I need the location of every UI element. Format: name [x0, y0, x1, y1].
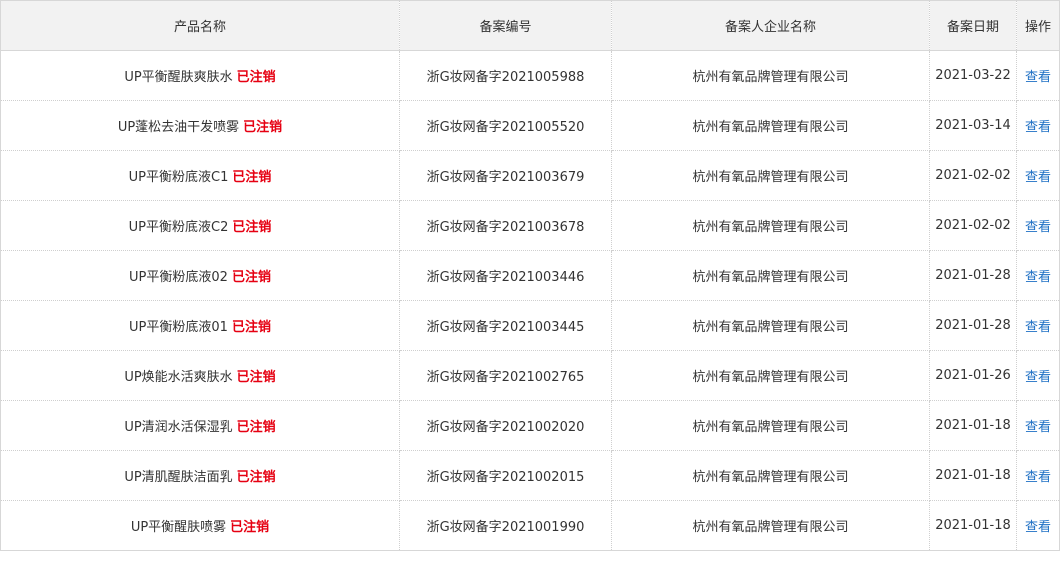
product-name: UP平衡粉底液02 [129, 270, 228, 285]
action-cell: 查看 [1016, 100, 1060, 151]
column-header-company: 备案人企业名称 [611, 0, 930, 51]
date-cell: 2021-01-18 [929, 400, 1017, 451]
status-badge: 已注销 [230, 520, 270, 535]
record-number-cell: 浙G妆网备字2021003679 [399, 150, 612, 201]
action-cell: 查看 [1016, 300, 1060, 351]
record-number-cell: 浙G妆网备字2021005520 [399, 100, 612, 151]
product-name-cell: UP清润水活保湿乳 已注销 [0, 400, 400, 451]
date-cell: 2021-02-02 [929, 200, 1017, 251]
action-cell: 查看 [1016, 250, 1060, 301]
date-cell: 2021-01-18 [929, 450, 1017, 501]
record-number-cell: 浙G妆网备字2021002015 [399, 450, 612, 501]
view-link[interactable]: 查看 [1025, 520, 1051, 535]
record-number-cell: 浙G妆网备字2021001990 [399, 500, 612, 551]
product-name: UP平衡粉底液01 [129, 320, 228, 335]
company-cell: 杭州有氧品牌管理有限公司 [611, 400, 930, 451]
view-link[interactable]: 查看 [1025, 70, 1051, 85]
record-number-cell: 浙G妆网备字2021002020 [399, 400, 612, 451]
record-number-cell: 浙G妆网备字2021003445 [399, 300, 612, 351]
product-name-cell: UP平衡粉底液C1 已注销 [0, 150, 400, 201]
product-name-cell: UP蓬松去油干发喷雾 已注销 [0, 100, 400, 151]
column-header-product-name: 产品名称 [0, 0, 400, 51]
product-name: UP平衡粉底液C2 [128, 220, 229, 235]
record-number-cell: 浙G妆网备字2021003678 [399, 200, 612, 251]
column-header-record-number: 备案编号 [399, 0, 612, 51]
record-number-cell: 浙G妆网备字2021005988 [399, 50, 612, 101]
header-row: 产品名称 备案编号 备案人企业名称 备案日期 操作 [0, 0, 1060, 51]
status-badge: 已注销 [232, 170, 272, 185]
status-badge: 已注销 [236, 470, 276, 485]
product-name-cell: UP焕能水活爽肤水 已注销 [0, 350, 400, 401]
table-row: UP平衡粉底液02 已注销 浙G妆网备字2021003446 杭州有氧品牌管理有限… [0, 250, 1060, 301]
action-cell: 查看 [1016, 350, 1060, 401]
table-row: UP清肌醒肤洁面乳 已注销 浙G妆网备字2021002015 杭州有氧品牌管理有限… [0, 450, 1060, 501]
product-name: UP平衡醒肤爽肤水 [124, 70, 233, 85]
action-cell: 查看 [1016, 450, 1060, 501]
view-link[interactable]: 查看 [1025, 220, 1051, 235]
date-cell: 2021-01-28 [929, 300, 1017, 351]
view-link[interactable]: 查看 [1025, 170, 1051, 185]
product-name-cell: UP平衡粉底液02 已注销 [0, 250, 400, 301]
company-cell: 杭州有氧品牌管理有限公司 [611, 500, 930, 551]
product-name-cell: UP平衡醒肤爽肤水 已注销 [0, 50, 400, 101]
records-table: 产品名称 备案编号 备案人企业名称 备案日期 操作 UP平衡醒肤爽肤水 已注销 浙… [0, 0, 1060, 551]
action-cell: 查看 [1016, 150, 1060, 201]
column-header-date: 备案日期 [929, 0, 1017, 51]
company-cell: 杭州有氧品牌管理有限公司 [611, 50, 930, 101]
record-number-cell: 浙G妆网备字2021002765 [399, 350, 612, 401]
date-cell: 2021-01-26 [929, 350, 1017, 401]
date-cell: 2021-03-14 [929, 100, 1017, 151]
status-badge: 已注销 [236, 370, 276, 385]
company-cell: 杭州有氧品牌管理有限公司 [611, 450, 930, 501]
product-name: UP清润水活保湿乳 [124, 420, 233, 435]
date-cell: 2021-01-18 [929, 500, 1017, 551]
table-row: UP焕能水活爽肤水 已注销 浙G妆网备字2021002765 杭州有氧品牌管理有限… [0, 350, 1060, 401]
date-cell: 2021-02-02 [929, 150, 1017, 201]
status-badge: 已注销 [243, 120, 283, 135]
status-badge: 已注销 [231, 320, 271, 335]
date-cell: 2021-01-28 [929, 250, 1017, 301]
company-cell: 杭州有氧品牌管理有限公司 [611, 150, 930, 201]
status-badge: 已注销 [231, 270, 271, 285]
date-cell: 2021-03-22 [929, 50, 1017, 101]
action-cell: 查看 [1016, 50, 1060, 101]
status-badge: 已注销 [236, 70, 276, 85]
action-cell: 查看 [1016, 200, 1060, 251]
company-cell: 杭州有氧品牌管理有限公司 [611, 250, 930, 301]
table-row: UP清润水活保湿乳 已注销 浙G妆网备字2021002020 杭州有氧品牌管理有限… [0, 400, 1060, 451]
product-name-cell: UP清肌醒肤洁面乳 已注销 [0, 450, 400, 501]
view-link[interactable]: 查看 [1025, 470, 1051, 485]
column-header-action: 操作 [1016, 0, 1060, 51]
product-name: UP清肌醒肤洁面乳 [124, 470, 233, 485]
view-link[interactable]: 查看 [1025, 270, 1051, 285]
view-link[interactable]: 查看 [1025, 370, 1051, 385]
table-row: UP平衡粉底液C2 已注销 浙G妆网备字2021003678 杭州有氧品牌管理有限… [0, 200, 1060, 251]
table-row: UP平衡醒肤喷雾 已注销 浙G妆网备字2021001990 杭州有氧品牌管理有限公… [0, 500, 1060, 551]
product-name-cell: UP平衡粉底液01 已注销 [0, 300, 400, 351]
record-number-cell: 浙G妆网备字2021003446 [399, 250, 612, 301]
table-row: UP蓬松去油干发喷雾 已注销 浙G妆网备字2021005520 杭州有氧品牌管理有… [0, 100, 1060, 151]
product-name-cell: UP平衡醒肤喷雾 已注销 [0, 500, 400, 551]
table-header: 产品名称 备案编号 备案人企业名称 备案日期 操作 [0, 0, 1060, 51]
table-body: UP平衡醒肤爽肤水 已注销 浙G妆网备字2021005988 杭州有氧品牌管理有限… [0, 50, 1060, 551]
action-cell: 查看 [1016, 400, 1060, 451]
table-row: UP平衡粉底液01 已注销 浙G妆网备字2021003445 杭州有氧品牌管理有限… [0, 300, 1060, 351]
company-cell: 杭州有氧品牌管理有限公司 [611, 100, 930, 151]
view-link[interactable]: 查看 [1025, 420, 1051, 435]
status-badge: 已注销 [236, 420, 276, 435]
company-cell: 杭州有氧品牌管理有限公司 [611, 350, 930, 401]
table-row: UP平衡粉底液C1 已注销 浙G妆网备字2021003679 杭州有氧品牌管理有限… [0, 150, 1060, 201]
product-name: UP焕能水活爽肤水 [124, 370, 233, 385]
product-name-cell: UP平衡粉底液C2 已注销 [0, 200, 400, 251]
view-link[interactable]: 查看 [1025, 120, 1051, 135]
product-name: UP平衡粉底液C1 [128, 170, 229, 185]
action-cell: 查看 [1016, 500, 1060, 551]
company-cell: 杭州有氧品牌管理有限公司 [611, 300, 930, 351]
view-link[interactable]: 查看 [1025, 320, 1051, 335]
product-name: UP蓬松去油干发喷雾 [117, 120, 240, 135]
company-cell: 杭州有氧品牌管理有限公司 [611, 200, 930, 251]
table-row: UP平衡醒肤爽肤水 已注销 浙G妆网备字2021005988 杭州有氧品牌管理有限… [0, 50, 1060, 101]
product-name: UP平衡醒肤喷雾 [130, 520, 227, 535]
status-badge: 已注销 [232, 220, 272, 235]
